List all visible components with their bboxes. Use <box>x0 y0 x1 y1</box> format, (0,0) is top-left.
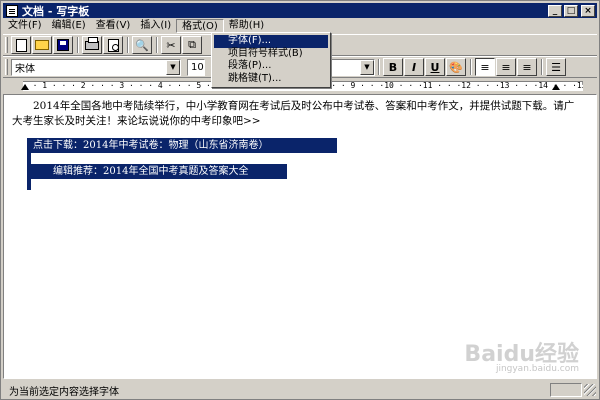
cut-icon: ✂ <box>166 38 176 52</box>
find-button[interactable]: 🔍 <box>132 36 152 54</box>
document-text[interactable]: 2014年全国各地中考陆续举行，中小学教育网在考试后及时公布中考试卷、答案和中考… <box>12 99 582 129</box>
toolbar-separator <box>77 37 79 53</box>
font-size-partial[interactable]: 10 <box>187 58 205 76</box>
menu-insert[interactable]: 插入(I) <box>135 19 176 33</box>
underline-button[interactable]: U <box>425 58 445 76</box>
new-document-icon <box>15 38 27 52</box>
menu-help[interactable]: 帮助(H) <box>224 19 269 33</box>
maximize-button[interactable]: □ <box>564 4 578 17</box>
align-center-icon: ≡ <box>501 60 511 74</box>
font-name-value: 宋体 <box>15 63 35 75</box>
window-controls: _ □ × <box>546 4 595 17</box>
menu-item-paragraph[interactable]: 段落(P)... <box>214 60 328 73</box>
menu-view[interactable]: 查看(V) <box>91 19 136 33</box>
menu-bar: 文件(F) 编辑(E) 查看(V) 插入(I) 格式(O) 帮助(H) <box>3 18 597 33</box>
format-menu-dropdown: 字体(F)... 项目符号样式(B) 段落(P)... 跳格键(T)... <box>211 32 331 88</box>
copy-icon: ⧉ <box>188 38 196 51</box>
print-button[interactable] <box>82 36 102 54</box>
open-folder-icon <box>35 40 49 50</box>
copy-button[interactable]: ⧉ <box>182 36 202 54</box>
selected-link-download[interactable]: 点击下载：2014年中考试卷：物理（山东省济南卷） <box>27 138 337 153</box>
open-button[interactable] <box>32 36 52 54</box>
wordpad-window: 文档 - 写字板 _ □ × 文件(F) 编辑(E) 查看(V) 插入(I) 格… <box>0 0 600 400</box>
window-title: 文档 - 写字板 <box>22 4 90 18</box>
color-button[interactable]: 🎨 <box>446 58 466 76</box>
menu-item-font[interactable]: 字体(F)... <box>214 35 328 48</box>
left-indent-marker[interactable] <box>21 84 29 90</box>
align-left-button[interactable]: ≡ <box>475 58 495 76</box>
palette-icon: 🎨 <box>449 60 463 74</box>
toolbar-grip[interactable] <box>5 37 8 53</box>
status-bar: 为当前选定内容选择字体 <box>3 381 597 399</box>
minimize-button[interactable]: _ <box>548 4 562 17</box>
title-bar[interactable]: 文档 - 写字板 _ □ × <box>3 3 597 18</box>
menu-item-bullet-style[interactable]: 项目符号样式(B) <box>214 48 328 61</box>
right-indent-marker[interactable] <box>552 84 560 90</box>
bullets-button[interactable]: ☰ <box>546 58 566 76</box>
document-paragraph: 2014年全国各地中考陆续举行，中小学教育网在考试后及时公布中考试卷、答案和中考… <box>12 100 575 127</box>
italic-button[interactable]: I <box>404 58 424 76</box>
print-icon <box>85 36 99 50</box>
menu-edit[interactable]: 编辑(E) <box>47 19 91 33</box>
print-preview-icon <box>107 38 119 52</box>
save-button[interactable] <box>53 36 73 54</box>
watermark-url: jingyan.baidu.com <box>495 364 579 374</box>
toolbar-separator <box>127 37 129 53</box>
find-icon: 🔍 <box>135 38 149 52</box>
bold-button[interactable]: B <box>383 58 403 76</box>
cut-button[interactable]: ✂ <box>161 36 181 54</box>
menu-item-tabs[interactable]: 跳格键(T)... <box>214 73 328 86</box>
align-right-button[interactable]: ≡ <box>517 58 537 76</box>
toolbar-separator <box>470 59 472 75</box>
align-left-icon: ≡ <box>480 60 490 74</box>
menu-file[interactable]: 文件(F) <box>3 19 47 33</box>
print-preview-button[interactable] <box>103 36 123 54</box>
baidu-watermark: Baidu经验 jingyan.baidu.com <box>464 336 579 374</box>
toolbar-separator <box>156 37 158 53</box>
toolbar-separator <box>541 59 543 75</box>
save-icon <box>57 39 69 51</box>
chevron-down-icon[interactable]: ▼ <box>360 59 374 75</box>
font-name-select[interactable]: 宋体 ▼ <box>11 58 181 76</box>
menu-format[interactable]: 格式(O) <box>176 18 224 33</box>
wordpad-app-icon[interactable] <box>6 4 18 17</box>
align-right-icon: ≡ <box>522 60 532 74</box>
bullets-icon: ☰ <box>551 60 561 74</box>
font-size-partial-value: 10 <box>191 61 204 73</box>
new-button[interactable] <box>11 36 31 54</box>
toolbar-separator <box>378 59 380 75</box>
chevron-down-icon[interactable]: ▼ <box>166 59 180 75</box>
selected-link-recommend[interactable]: 编辑推荐：2014年全国中考真题及答案大全 <box>27 164 287 179</box>
format-toolbar-grip[interactable] <box>5 59 8 75</box>
close-button[interactable]: × <box>581 4 595 17</box>
resize-grip[interactable] <box>584 384 596 396</box>
status-pane <box>550 383 582 397</box>
align-center-button[interactable]: ≡ <box>496 58 516 76</box>
status-text: 为当前选定内容选择字体 <box>9 386 119 398</box>
